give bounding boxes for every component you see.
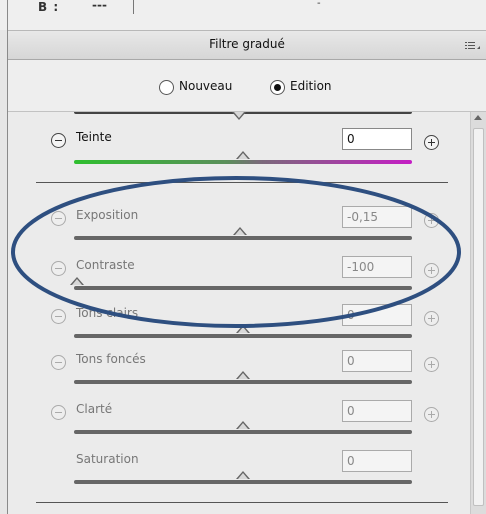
scroll-up-arrow-icon[interactable]	[474, 115, 482, 120]
slider-label: Saturation	[76, 452, 139, 466]
value-field[interactable]: 0	[342, 350, 412, 372]
value-field[interactable]: -100	[342, 256, 412, 278]
slider-thumb[interactable]	[233, 227, 247, 235]
hue-track[interactable]	[74, 151, 412, 164]
slider-row-tons-clairs: Tons clairs 0	[8, 300, 470, 350]
minus-icon[interactable]	[51, 355, 66, 370]
slider-thumb[interactable]	[236, 421, 250, 429]
plus-icon[interactable]	[424, 357, 439, 372]
slider-track[interactable]	[74, 421, 412, 434]
slider-thumb[interactable]	[70, 277, 84, 285]
slider-label: Clarté	[76, 402, 113, 416]
scrollbar[interactable]	[470, 112, 486, 514]
value-field[interactable]: -0,15	[342, 206, 412, 228]
b-value: ---	[92, 0, 107, 12]
slider-thumb[interactable]	[236, 471, 250, 479]
slider-label: Tons clairs	[76, 306, 139, 320]
plus-icon[interactable]	[424, 263, 439, 278]
slider-track[interactable]	[74, 227, 412, 240]
slider-row-saturation: Saturation 0	[8, 446, 470, 496]
radio-nouveau[interactable]	[159, 80, 174, 95]
slider-row-exposition: Exposition -0,15	[8, 202, 470, 252]
gradient-track[interactable]	[74, 112, 412, 120]
radio-edition-label[interactable]: Edition	[290, 79, 332, 93]
slider-thumb[interactable]	[236, 151, 250, 159]
gradient-thumb[interactable]	[232, 112, 246, 120]
scroll-thumb[interactable]	[473, 128, 484, 506]
slider-label: Tons foncés	[76, 352, 146, 366]
slider-label: Contraste	[76, 258, 135, 272]
minus-icon[interactable]	[51, 261, 66, 276]
minus-icon[interactable]	[51, 211, 66, 226]
slider-row-tons-fonces: Tons foncés 0	[8, 346, 470, 396]
slider-track[interactable]	[74, 371, 412, 384]
value-field[interactable]: 0	[342, 304, 412, 326]
plus-icon[interactable]	[424, 135, 439, 150]
adjustment-panel: Teinte 0 Exposition -0,15 Contraste -100…	[8, 112, 470, 514]
minus-icon[interactable]	[51, 309, 66, 324]
panel-header[interactable]: Filtre gradué	[8, 30, 486, 60]
panel-menu-icon[interactable]	[463, 39, 481, 51]
slider-row-contraste: Contraste -100	[8, 252, 470, 302]
plus-icon[interactable]	[424, 407, 439, 422]
plus-icon[interactable]	[424, 213, 439, 228]
strip-dash: -	[317, 0, 321, 9]
slider-row-teinte: Teinte 0	[8, 124, 470, 174]
radio-nouveau-label[interactable]: Nouveau	[179, 79, 232, 93]
slider-track[interactable]	[74, 325, 412, 338]
b-label: B :	[38, 0, 60, 14]
value-field[interactable]: 0	[342, 400, 412, 422]
panel-title: Filtre gradué	[209, 37, 285, 51]
value-field[interactable]: 0	[342, 128, 412, 150]
mode-selector: Nouveau Edition	[8, 60, 486, 112]
slider-label: Teinte	[76, 130, 112, 144]
strip-separator	[133, 0, 134, 14]
minus-icon[interactable]	[51, 133, 66, 148]
minus-icon[interactable]	[51, 405, 66, 420]
section-divider	[36, 182, 448, 183]
previous-panel-strip: B : --- -	[0, 0, 486, 30]
radio-selected-dot	[274, 84, 281, 91]
slider-track[interactable]	[70, 277, 412, 290]
radio-edition[interactable]	[270, 80, 285, 95]
slider-label: Exposition	[76, 208, 139, 222]
value-field[interactable]: 0	[342, 450, 412, 472]
slider-row-clarte: Clarté 0	[8, 396, 470, 446]
slider-track[interactable]	[74, 471, 412, 484]
slider-thumb[interactable]	[236, 325, 250, 333]
section-divider-bottom	[36, 502, 448, 503]
slider-thumb[interactable]	[236, 371, 250, 379]
plus-icon[interactable]	[424, 311, 439, 326]
